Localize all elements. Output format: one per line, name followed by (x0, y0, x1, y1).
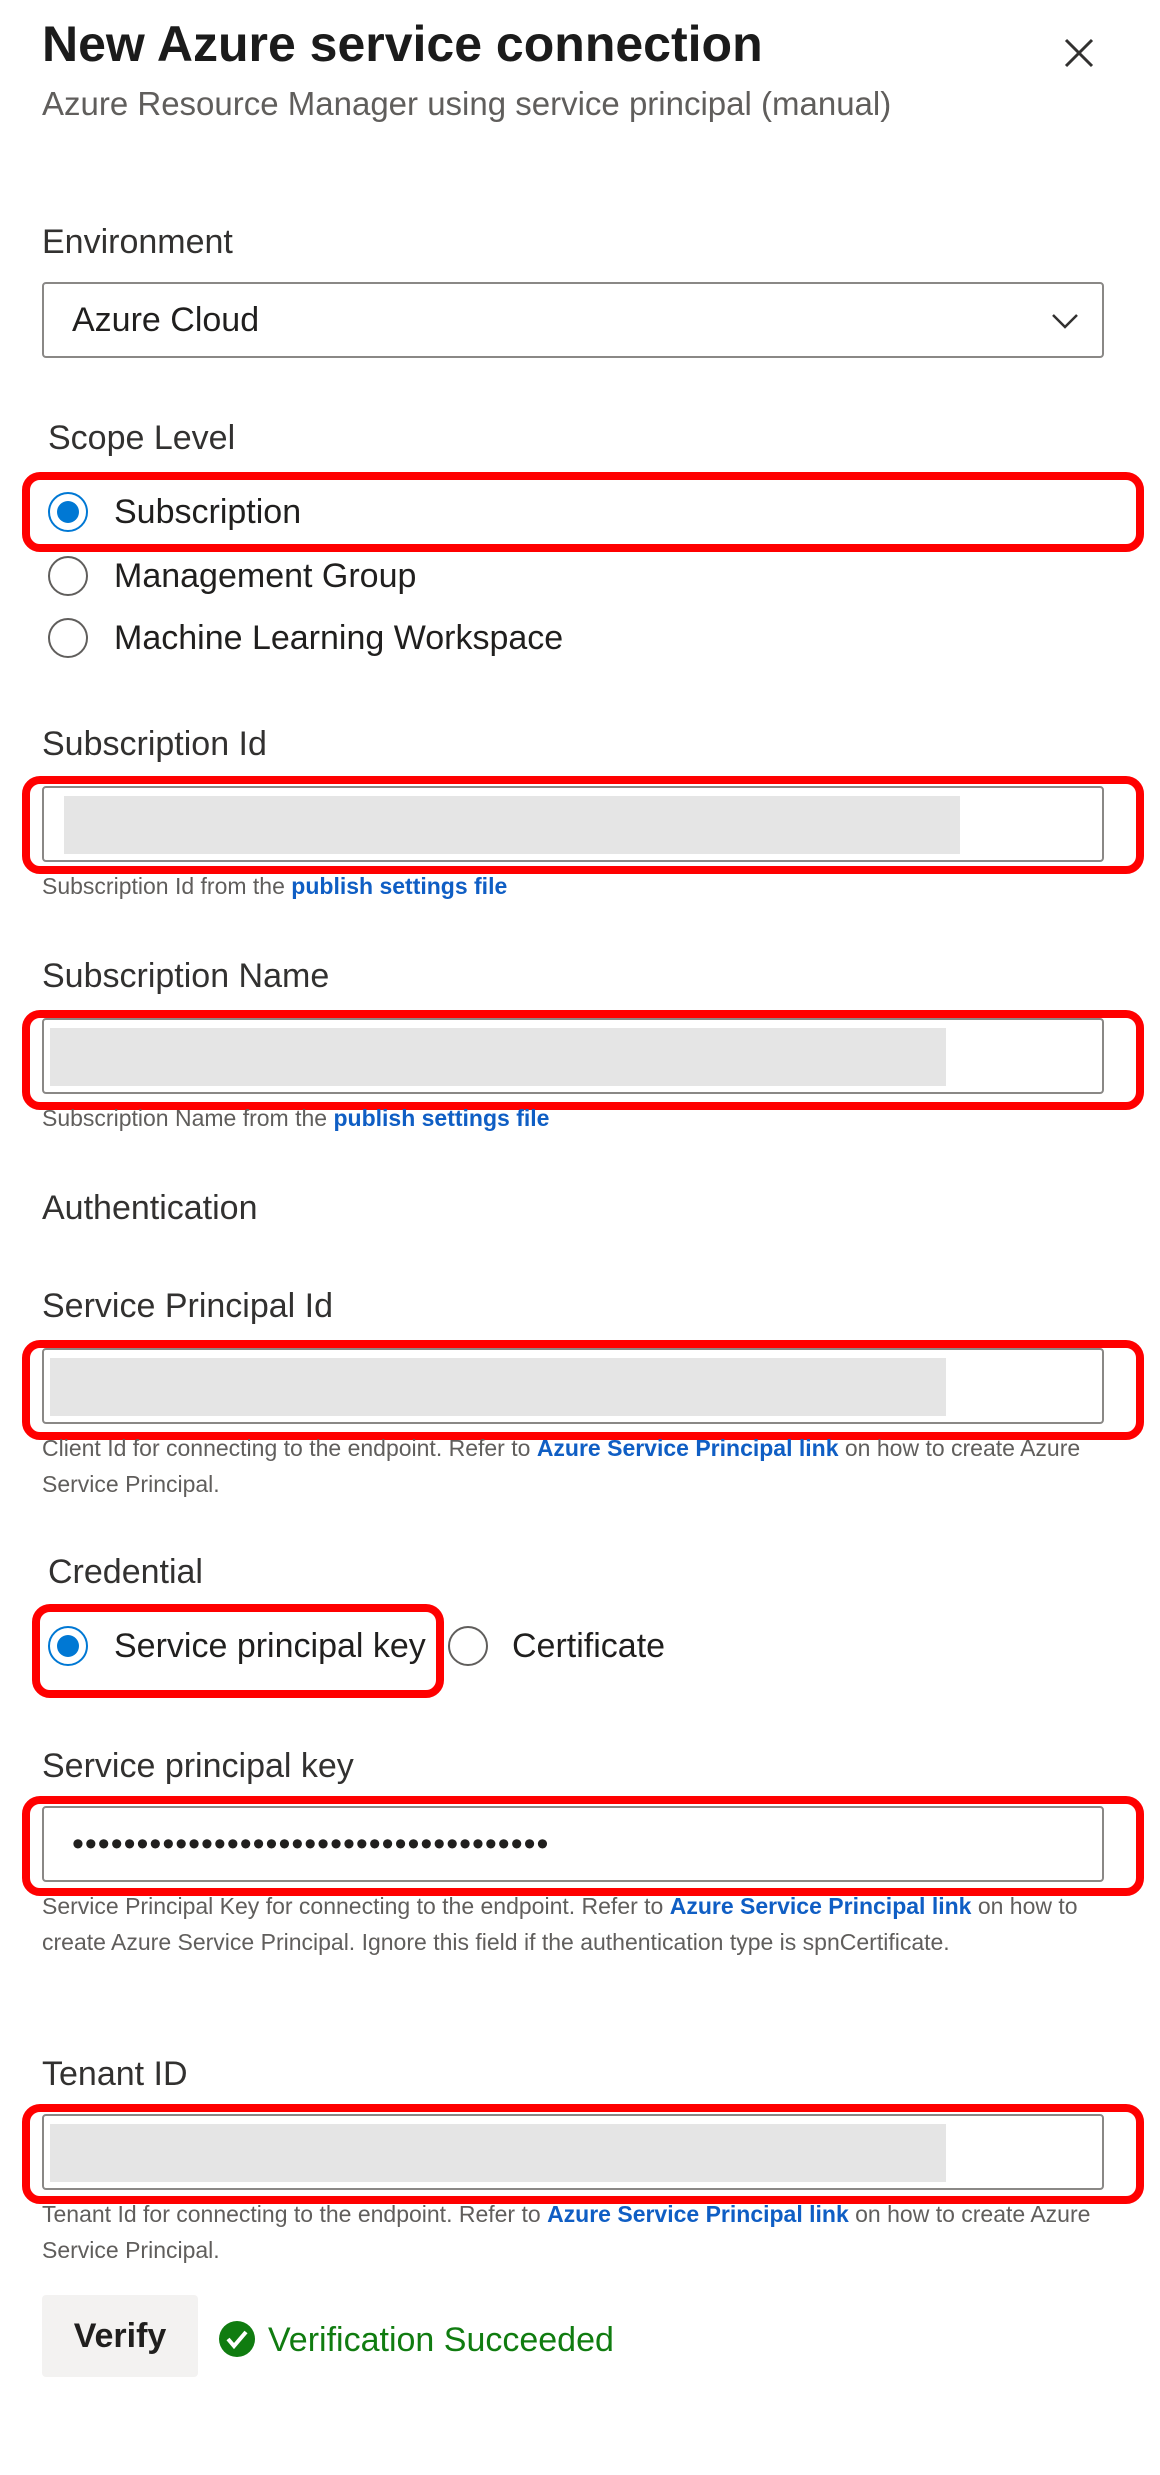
chevron-down-icon (1052, 314, 1078, 329)
redacted-value (50, 1028, 946, 1086)
verify-button[interactable]: Verify (42, 2295, 198, 2377)
check-circle-icon (219, 2321, 255, 2357)
scope-level-label: Scope Level (48, 419, 236, 457)
verification-status: Verification Succeeded (268, 2321, 614, 2359)
authentication-heading: Authentication (42, 1189, 258, 1227)
scope-subscription-label: Subscription (114, 493, 302, 531)
azure-service-principal-link[interactable]: Azure Service Principal link (537, 1435, 839, 1461)
credential-label: Credential (48, 1553, 203, 1591)
redacted-value (64, 796, 960, 854)
tenant-id-help: Tenant Id for connecting to the endpoint… (42, 2201, 1091, 2263)
service-principal-id-help: Client Id for connecting to the endpoint… (42, 1435, 1081, 1497)
scope-ml-workspace-radio[interactable] (48, 618, 88, 658)
environment-dropdown[interactable]: Azure Cloud (42, 282, 1104, 358)
service-principal-key-help: Service Principal Key for connecting to … (42, 1893, 1078, 1955)
service-principal-id-input[interactable] (42, 1348, 1104, 1424)
subscription-id-input[interactable] (42, 786, 1104, 862)
publish-settings-link[interactable]: publish settings file (291, 873, 507, 899)
credential-key-label: Service principal key (114, 1627, 426, 1665)
azure-service-principal-link[interactable]: Azure Service Principal link (547, 2201, 849, 2227)
close-button[interactable] (1056, 30, 1102, 76)
credential-certificate-label: Certificate (512, 1627, 666, 1665)
service-principal-id-label: Service Principal Id (42, 1287, 334, 1325)
tenant-id-label: Tenant ID (42, 2055, 188, 2093)
credential-certificate-radio[interactable] (448, 1626, 488, 1666)
subscription-id-label: Subscription Id (42, 725, 267, 763)
password-mask: ••••••••••••••••••••••••••••••••••••• (72, 1825, 550, 1863)
scope-ml-workspace-label: Machine Learning Workspace (114, 619, 564, 657)
subscription-id-help: Subscription Id from the publish setting… (42, 873, 508, 899)
tenant-id-input[interactable] (42, 2114, 1104, 2190)
subscription-name-label: Subscription Name (42, 957, 330, 995)
scope-subscription-radio[interactable] (48, 492, 88, 532)
dialog-title: New Azure service connection (42, 16, 763, 72)
publish-settings-link[interactable]: publish settings file (333, 1105, 549, 1131)
service-principal-key-input[interactable]: ••••••••••••••••••••••••••••••••••••• (42, 1806, 1104, 1882)
close-icon (1064, 38, 1094, 68)
subscription-name-help: Subscription Name from the publish setti… (42, 1105, 550, 1131)
azure-service-principal-link[interactable]: Azure Service Principal link (670, 1893, 972, 1919)
credential-key-radio[interactable] (48, 1626, 88, 1666)
redacted-value (50, 1358, 946, 1416)
scope-management-group-label: Management Group (114, 557, 417, 595)
redacted-value (50, 2124, 946, 2182)
service-principal-key-label: Service principal key (42, 1747, 354, 1785)
environment-label: Environment (42, 223, 233, 261)
dialog-subtitle: Azure Resource Manager using service pri… (42, 85, 892, 122)
subscription-name-input[interactable] (42, 1018, 1104, 1094)
scope-management-group-radio[interactable] (48, 556, 88, 596)
environment-selected-value: Azure Cloud (72, 301, 260, 339)
